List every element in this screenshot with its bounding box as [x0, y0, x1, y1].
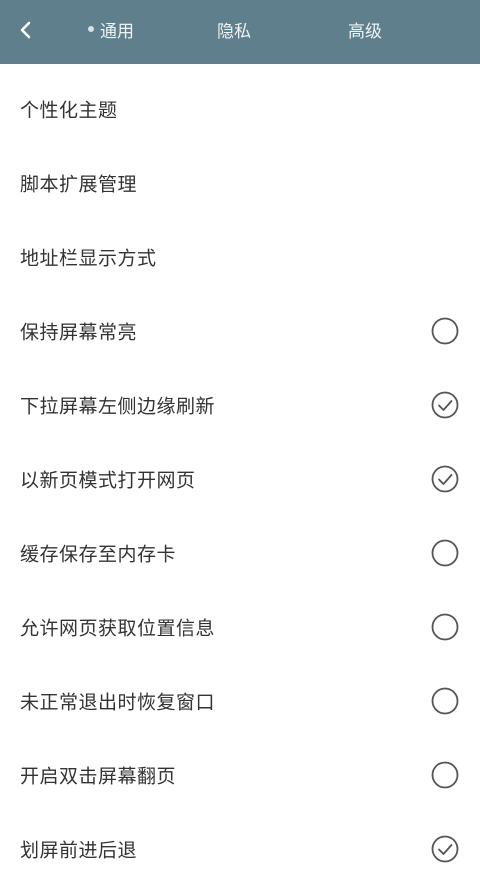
tab-general-label: 通用: [100, 22, 134, 42]
setting-label: 保持屏幕常亮: [20, 321, 138, 344]
empty-circle-icon: [431, 539, 459, 567]
setting-label: 地址栏显示方式: [20, 247, 157, 270]
check-circle-icon: [431, 465, 459, 493]
setting-label: 以新页模式打开网页: [20, 469, 196, 492]
setting-label: 未正常退出时恢复窗口: [20, 691, 216, 714]
setting-label: 个性化主题: [20, 99, 118, 122]
empty-circle-icon: [431, 761, 459, 789]
checkbox-checked[interactable]: [431, 391, 459, 419]
setting-row-swipe-nav[interactable]: 划屏前进后退: [0, 812, 480, 886]
empty-circle-icon: [431, 687, 459, 715]
chevron-left-icon: [17, 21, 35, 43]
setting-row-theme[interactable]: 个性化主题: [0, 72, 480, 146]
active-tab-dot: [88, 26, 94, 32]
checkbox-unchecked[interactable]: [431, 613, 459, 641]
top-nav-bar: 通用 隐私 高级: [0, 0, 480, 64]
checkbox-checked[interactable]: [431, 835, 459, 863]
setting-row-new-page-mode[interactable]: 以新页模式打开网页: [0, 442, 480, 516]
tab-general[interactable]: 通用: [88, 20, 134, 44]
setting-row-addressbar[interactable]: 地址栏显示方式: [0, 220, 480, 294]
tab-advanced[interactable]: 高级: [348, 20, 382, 44]
tab-advanced-label: 高级: [348, 22, 382, 42]
check-circle-icon: [431, 391, 459, 419]
empty-circle-icon: [431, 613, 459, 641]
setting-row-scripts[interactable]: 脚本扩展管理: [0, 146, 480, 220]
setting-row-cache-sdcard[interactable]: 缓存保存至内存卡: [0, 516, 480, 590]
setting-row-keep-screen-on[interactable]: 保持屏幕常亮: [0, 294, 480, 368]
setting-row-location[interactable]: 允许网页获取位置信息: [0, 590, 480, 664]
setting-label: 下拉屏幕左侧边缘刷新: [20, 395, 216, 418]
setting-label: 允许网页获取位置信息: [20, 617, 216, 640]
setting-label: 开启双击屏幕翻页: [20, 765, 177, 788]
checkbox-unchecked[interactable]: [431, 687, 459, 715]
tab-privacy-label: 隐私: [217, 22, 251, 42]
checkbox-unchecked[interactable]: [431, 317, 459, 345]
check-circle-icon: [431, 835, 459, 863]
setting-row-restore-windows[interactable]: 未正常退出时恢复窗口: [0, 664, 480, 738]
empty-circle-icon: [431, 317, 459, 345]
back-button[interactable]: [10, 16, 42, 48]
checkbox-unchecked[interactable]: [431, 761, 459, 789]
setting-label: 划屏前进后退: [20, 839, 138, 862]
setting-row-double-tap-page[interactable]: 开启双击屏幕翻页: [0, 738, 480, 812]
tab-privacy[interactable]: 隐私: [217, 20, 251, 44]
setting-label: 缓存保存至内存卡: [20, 543, 177, 566]
setting-row-pull-refresh[interactable]: 下拉屏幕左侧边缘刷新: [0, 368, 480, 442]
checkbox-checked[interactable]: [431, 465, 459, 493]
setting-label: 脚本扩展管理: [20, 173, 138, 196]
checkbox-unchecked[interactable]: [431, 539, 459, 567]
